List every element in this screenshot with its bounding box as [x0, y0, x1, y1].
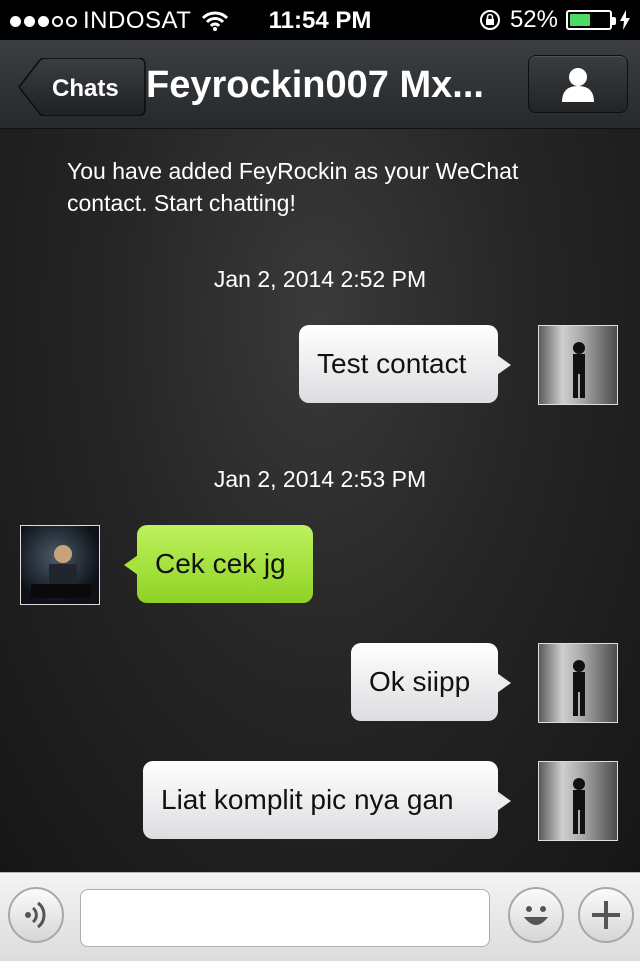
message-bubble-incoming[interactable]: Cek cek jg [124, 525, 313, 603]
person-photo-icon [573, 660, 585, 716]
voice-icon [25, 901, 46, 929]
my-avatar[interactable] [538, 643, 618, 723]
battery-percentage: 52% [509, 6, 558, 33]
message-text: Ok siipp [369, 666, 471, 697]
chat-history[interactable]: You have added FeyRockin as your WeChat … [0, 129, 640, 872]
message-timestamp: Jan 2, 2014 2:53 PM [213, 466, 427, 492]
charging-icon [620, 10, 630, 30]
chat-title: Feyrockin007 Mx... [146, 64, 484, 106]
back-button-label: Chats [52, 75, 119, 102]
more-options-button[interactable] [578, 887, 634, 943]
battery-icon [566, 10, 616, 30]
navigation-bar: Chats Feyrockin007 Mx... [0, 40, 640, 129]
person-photo-icon [31, 545, 91, 598]
message-bubble-outgoing[interactable]: Ok siipp [351, 643, 511, 721]
message-text-input[interactable] [80, 889, 490, 947]
message-bubble-outgoing[interactable]: Test contact [299, 325, 511, 403]
contact-avatar[interactable] [20, 525, 100, 605]
contact-profile-button[interactable] [528, 55, 628, 113]
message-bubble-outgoing[interactable]: Liat komplit pic nya gan [143, 761, 511, 839]
status-bar: INDOSAT 11:54 PM 52% [0, 0, 640, 40]
system-message: You have added FeyRockin as your WeChat … [67, 158, 519, 216]
person-photo-icon [573, 778, 585, 834]
person-photo-icon [573, 342, 585, 398]
my-avatar[interactable] [538, 761, 618, 841]
voice-input-button[interactable] [8, 887, 64, 943]
plus-icon [592, 901, 620, 929]
rotation-lock-icon [479, 10, 500, 30]
status-right: 52% [478, 6, 630, 34]
message-text: Liat komplit pic nya gan [161, 784, 454, 815]
message-text: Test contact [317, 348, 467, 379]
emoji-icon [524, 906, 548, 925]
back-button[interactable]: Chats [18, 58, 146, 116]
person-icon [562, 68, 594, 102]
emoji-button[interactable] [508, 887, 564, 943]
message-input-bar [0, 872, 640, 961]
my-avatar[interactable] [538, 325, 618, 405]
message-timestamp: Jan 2, 2014 2:52 PM [213, 266, 427, 292]
message-text: Cek cek jg [155, 548, 286, 579]
